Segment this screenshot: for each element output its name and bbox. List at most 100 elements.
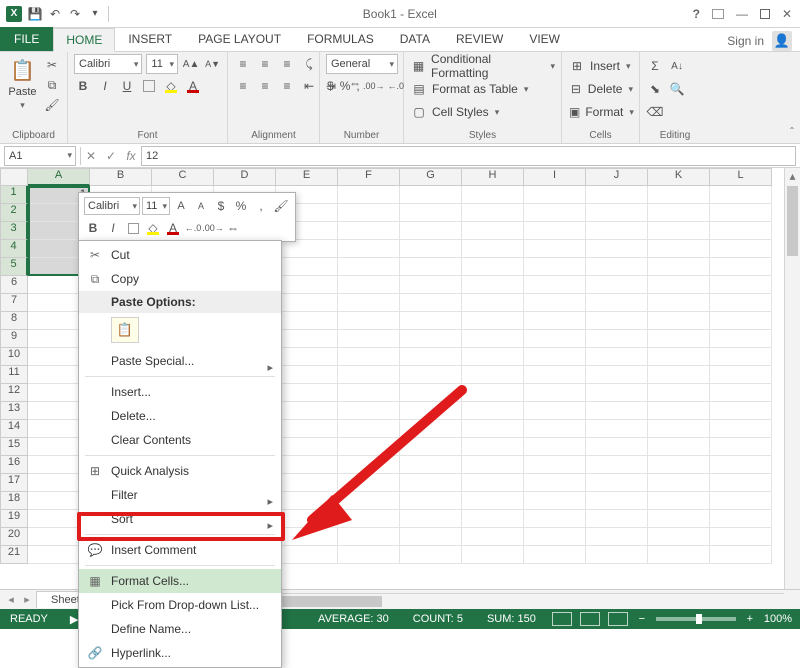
row-header[interactable]: 21 [0,546,28,564]
mt-bold-button[interactable]: B [84,219,102,237]
name-box[interactable]: A1 [4,146,76,166]
row-header[interactable]: 20 [0,528,28,546]
italic-button[interactable]: I [96,77,114,95]
cell[interactable] [586,546,648,564]
cell[interactable] [710,366,772,384]
close-icon[interactable]: ✕ [782,7,792,21]
cell[interactable] [524,276,586,294]
tab-insert[interactable]: INSERT [115,27,185,51]
cm-pick-from-list[interactable]: Pick From Drop-down List... [79,593,281,617]
column-header[interactable]: G [400,168,462,186]
cell[interactable] [710,420,772,438]
cell[interactable] [710,276,772,294]
help-icon[interactable]: ? [693,7,700,21]
bold-button[interactable]: B [74,77,92,95]
cell[interactable] [338,528,400,546]
cell[interactable] [586,222,648,240]
cell[interactable] [338,276,400,294]
find-select-icon[interactable]: 🔍 [668,80,686,98]
cell[interactable] [710,528,772,546]
row-header[interactable]: 1 [0,186,28,204]
cell[interactable] [586,186,648,204]
mt-increase-decimal-icon[interactable]: .00→ [204,219,222,237]
cell[interactable] [338,186,400,204]
align-middle-icon[interactable]: ≡ [256,55,274,73]
cell[interactable] [400,528,462,546]
row-header[interactable]: 10 [0,348,28,366]
cell[interactable] [338,402,400,420]
decrease-decimal-icon[interactable]: ←.0 [387,77,405,95]
align-center-icon[interactable]: ≡ [256,77,274,95]
cell[interactable] [276,240,338,258]
cell[interactable] [710,456,772,474]
cell[interactable] [462,546,524,564]
cell[interactable] [400,294,462,312]
cm-cut[interactable]: ✂Cut [79,243,281,267]
cell[interactable] [524,222,586,240]
cell[interactable] [586,528,648,546]
cell[interactable] [586,384,648,402]
cm-delete[interactable]: Delete... [79,404,281,428]
mt-merge-icon[interactable]: ⇔ [224,219,242,237]
cell[interactable] [710,312,772,330]
zoom-slider[interactable] [656,617,736,621]
cell[interactable] [586,294,648,312]
comma-format-icon[interactable]: , [355,77,360,95]
row-header[interactable]: 3 [0,222,28,240]
column-header[interactable]: J [586,168,648,186]
cell[interactable] [586,438,648,456]
cell[interactable] [648,276,710,294]
clear-icon[interactable]: ⌫ [646,103,664,121]
cell[interactable] [524,492,586,510]
cell[interactable] [462,258,524,276]
cell[interactable] [648,330,710,348]
cell[interactable] [710,258,772,276]
row-header[interactable]: 2 [0,204,28,222]
cell[interactable] [462,240,524,258]
cell[interactable] [524,456,586,474]
cell[interactable] [400,456,462,474]
cell[interactable] [586,204,648,222]
row-header[interactable]: 17 [0,474,28,492]
cell[interactable] [710,474,772,492]
autosum-icon[interactable]: Σ [646,57,664,75]
cell[interactable] [648,528,710,546]
normal-view-icon[interactable] [552,612,572,626]
column-header[interactable]: L [710,168,772,186]
cell[interactable] [524,474,586,492]
cell[interactable] [524,384,586,402]
column-header[interactable]: I [524,168,586,186]
row-header[interactable]: 12 [0,384,28,402]
cell[interactable] [462,420,524,438]
zoom-level[interactable]: 100% [764,613,792,625]
cell[interactable] [338,312,400,330]
sign-in-link[interactable]: Sign in [727,34,764,48]
cell[interactable] [338,366,400,384]
font-size-combo[interactable]: 11 [146,54,178,74]
cell[interactable] [710,492,772,510]
column-header[interactable]: C [152,168,214,186]
column-header[interactable]: A [28,168,90,186]
cell[interactable] [276,528,338,546]
cell[interactable] [338,222,400,240]
cell[interactable] [586,312,648,330]
cell[interactable] [338,330,400,348]
cancel-formula-icon[interactable]: ✕ [81,146,101,166]
mt-font-combo[interactable]: Calibri [84,197,140,215]
cell[interactable] [710,438,772,456]
cell[interactable] [524,186,586,204]
row-header[interactable]: 15 [0,438,28,456]
paste-option-default[interactable]: 📋 [111,317,139,343]
cell[interactable] [400,276,462,294]
copy-icon[interactable]: ⧉ [43,76,61,94]
cell[interactable] [276,258,338,276]
fill-color-button[interactable]: ◇ [162,77,180,95]
mt-format-painter-icon[interactable]: 🖌 [272,197,290,215]
collapse-ribbon-icon[interactable]: ˆ [790,125,794,139]
mt-comma-icon[interactable]: , [252,197,270,215]
cell[interactable] [462,456,524,474]
cell[interactable] [524,240,586,258]
cell[interactable] [462,528,524,546]
cell[interactable] [400,240,462,258]
cell[interactable] [710,510,772,528]
